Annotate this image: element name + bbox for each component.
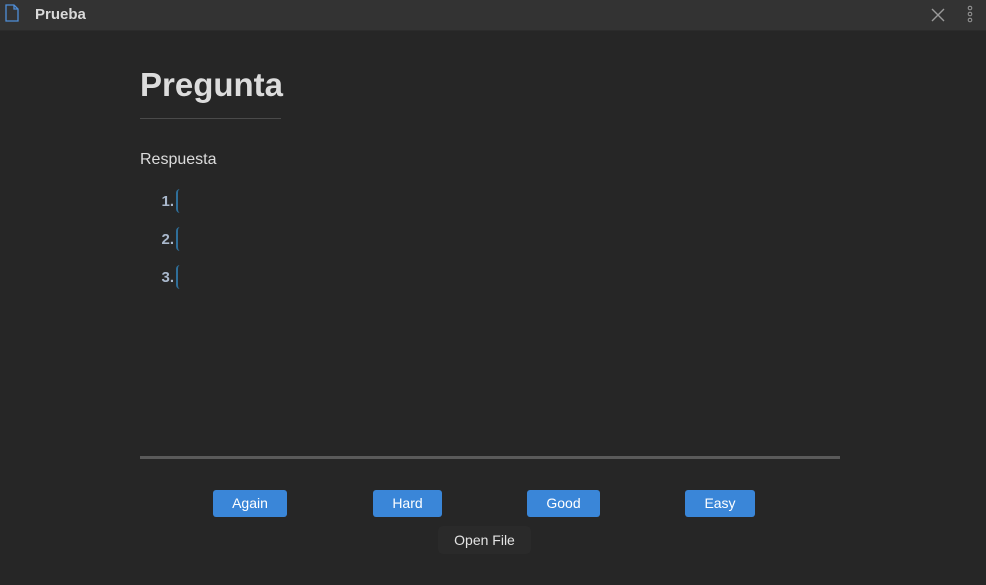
hard-button[interactable]: Hard [373,490,442,517]
note-content: Pregunta Respuesta 1. 2. 3. Again Hard G… [0,32,986,585]
tab-header: Prueba [0,0,986,31]
text-caret [176,265,180,289]
list-item[interactable]: 1. [150,189,350,215]
close-icon[interactable] [929,6,947,24]
review-divider [140,456,840,459]
list-number: 3. [161,269,174,286]
heading-underline [140,118,281,119]
more-options-icon[interactable] [965,4,975,24]
text-caret [176,227,180,251]
list-item[interactable]: 2. [150,227,350,253]
good-button[interactable]: Good [527,490,600,517]
tab-title[interactable]: Prueba [35,6,86,23]
easy-button[interactable]: Easy [685,490,755,517]
question-heading: Pregunta [140,66,284,103]
answer-label: Respuesta [140,151,217,168]
open-file-button[interactable]: Open File [438,526,531,554]
again-button[interactable]: Again [213,490,287,517]
file-icon [5,4,19,22]
list-item[interactable]: 3. [150,265,350,291]
text-caret [176,189,180,213]
list-number: 1. [161,193,174,210]
list-number: 2. [161,231,174,248]
